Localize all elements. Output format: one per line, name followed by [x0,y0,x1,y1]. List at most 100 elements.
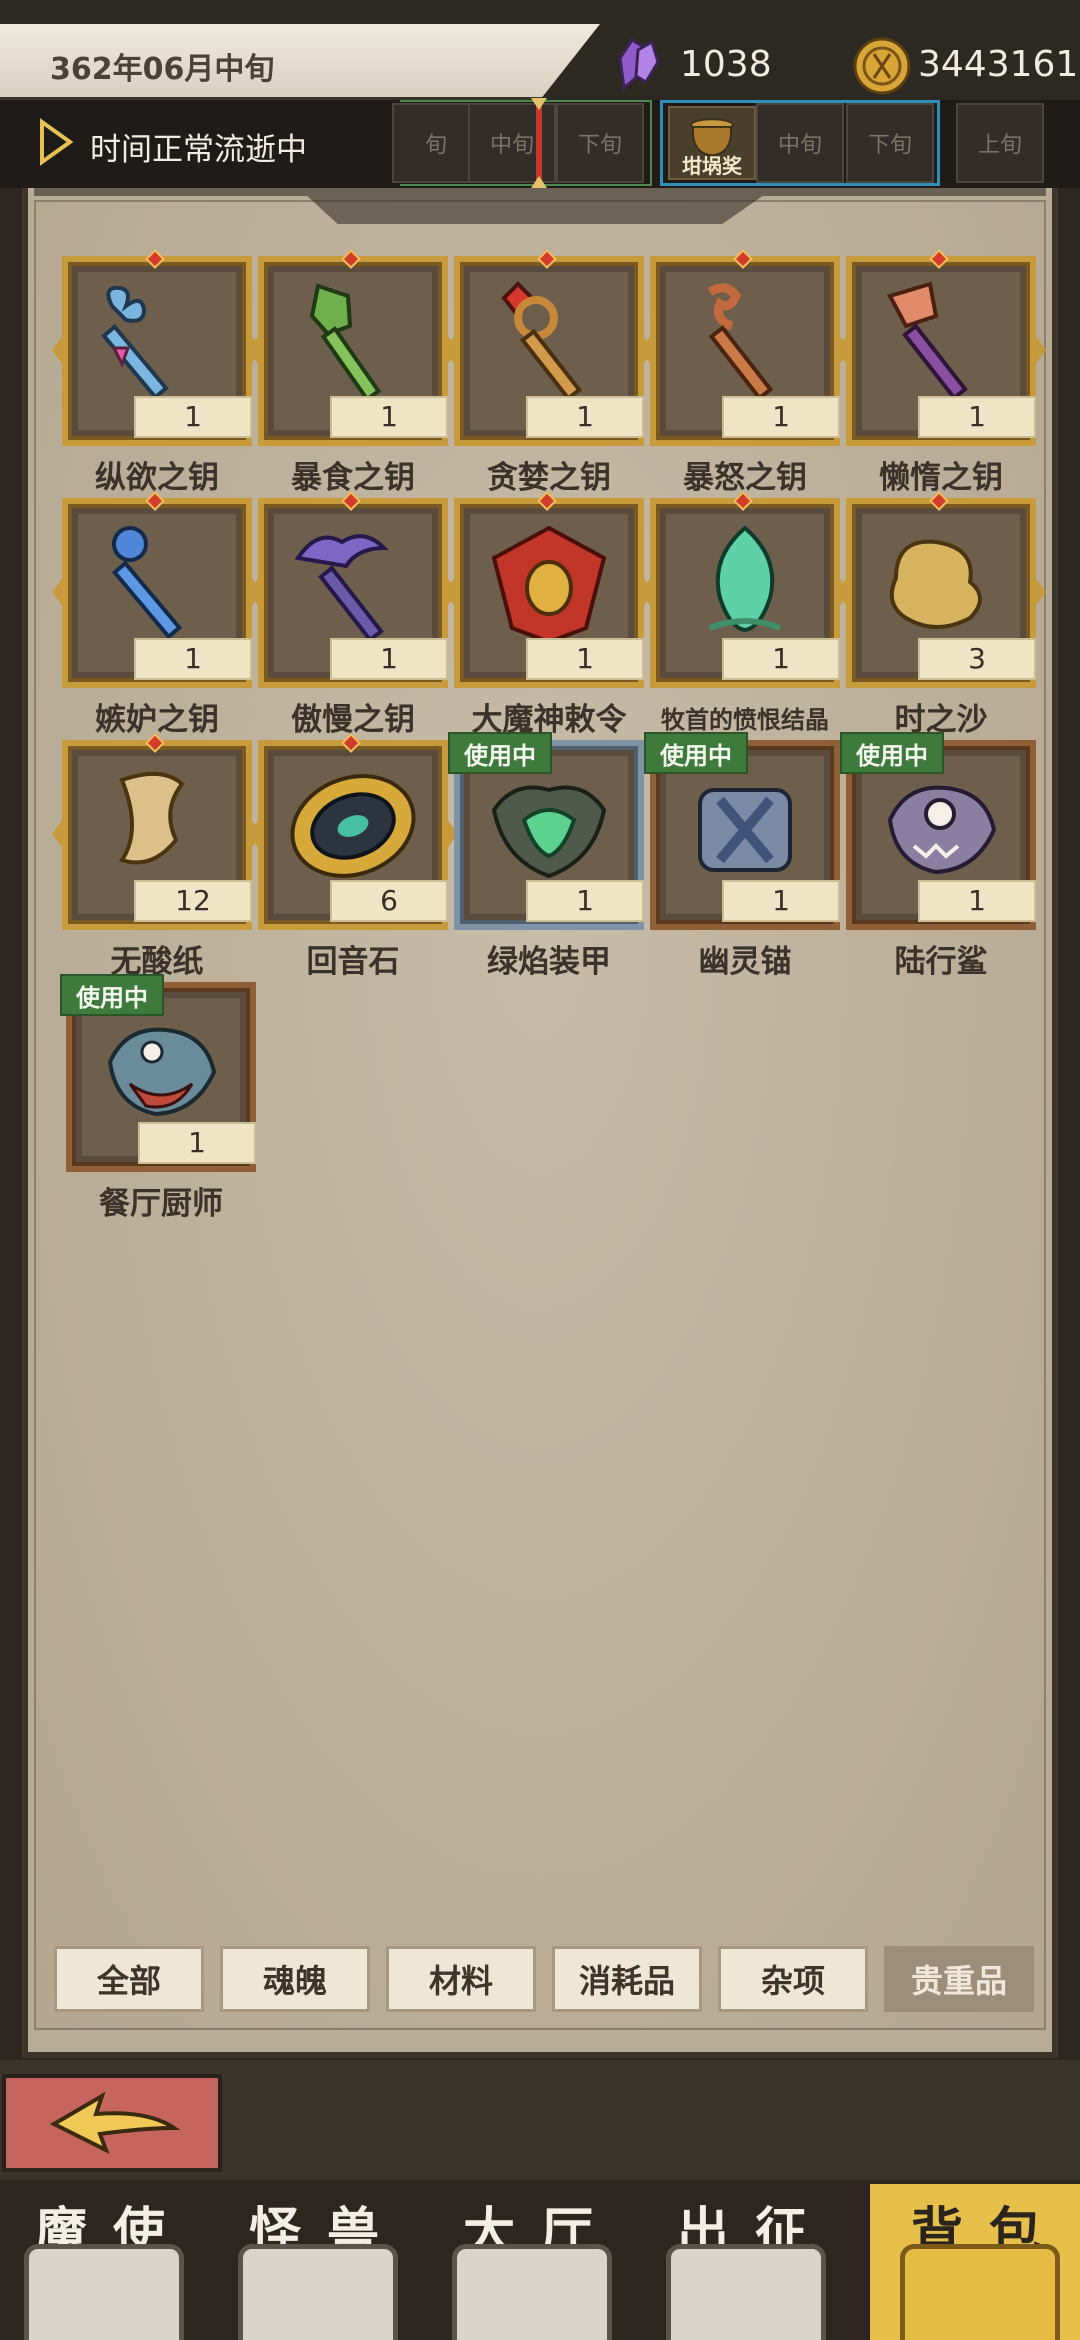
nav-expedition[interactable]: 出征 [642,2184,842,2340]
frame-left-ornament [444,334,456,366]
item-count: 1 [526,638,644,680]
item-count: 1 [918,396,1036,438]
timeline-current-group [400,100,652,186]
item-count: 1 [722,396,840,438]
item-slot[interactable]: 1 贪婪之钥 [444,249,654,496]
item-name: 餐厅厨师 [99,1186,223,1222]
item-count: 3 [918,638,1036,680]
item-name: 回音石 [306,944,400,980]
item-name: 暴怒之钥 [683,460,807,496]
crucible-reward-label: 坩埚奖 [682,154,742,178]
sand-of-time-icon [889,539,982,629]
backpack-emblem-icon [900,2244,1060,2340]
frame-left-ornament [52,818,64,850]
in-use-badge: 使用中 [448,732,552,774]
gluttony-key-icon [309,283,382,402]
item-slot[interactable]: 使用中 1 幽灵锚 [644,732,840,980]
greed-key-icon [501,281,583,402]
item-count: 1 [330,396,448,438]
item-slot[interactable]: 1 暴怒之钥 [640,249,850,496]
frame-left-ornament [836,576,848,608]
resentment-crystal-icon [708,525,782,633]
item-slot[interactable]: 6 回音石 [248,733,458,980]
gold-coin-icon [853,37,911,95]
item-slot[interactable]: 1 大魔神敕令 [444,491,654,738]
item-count: 1 [138,1122,256,1164]
item-slot[interactable]: 使用中 1 绿焰装甲 [448,732,644,980]
back-arrow-icon [49,2091,181,2155]
nav-envoy[interactable]: 魔使 [0,2184,200,2340]
item-name: 贪婪之钥 [487,460,611,496]
item-slot[interactable]: 1 暴食之钥 [248,249,458,496]
frame-right-ornament [1034,576,1046,608]
frame-left-ornament [640,334,652,366]
item-slot[interactable]: 12 无酸纸 [52,733,262,980]
expedition-emblem-icon [666,2244,826,2340]
green-flame-armor-icon [491,785,607,879]
acid-free-paper-icon [118,771,185,865]
tab-all[interactable]: 全部 [54,1946,204,2012]
item-name: 牧首的愤恨结晶 [661,706,829,734]
item-name: 陆行鲨 [894,944,988,980]
coin-count: 3443161 [918,44,1079,85]
in-use-badge: 使用中 [840,732,944,774]
item-name: 傲慢之钥 [291,702,415,738]
item-slot[interactable]: 1 傲慢之钥 [248,491,458,738]
tab-misc[interactable]: 杂项 [718,1946,868,2012]
item-slot[interactable]: 使用中 1 餐厅厨师 [60,974,256,1222]
item-name: 绿焰装甲 [487,944,611,980]
item-slot[interactable]: 1 懒惰之钥 [836,249,1046,496]
ghost-anchor-icon [698,788,792,872]
frame-left-ornament [640,576,652,608]
frame-left-ornament [52,334,64,366]
wrath-key-icon [707,283,774,401]
timeline-segment: 上旬 [956,103,1044,183]
pride-key-icon [294,534,389,643]
item-slot[interactable]: 1 纵欲之钥 [52,249,262,496]
marker-bottom-icon [531,176,547,188]
frame-left-ornament [248,818,260,850]
frame-right-ornament [1034,334,1046,366]
item-slot[interactable]: 3 时之沙 [836,491,1046,738]
timeline-segment: 中旬 [756,103,844,183]
item-name: 嫉妒之钥 [95,702,219,738]
item-count: 1 [526,880,644,922]
item-count: 1 [134,396,252,438]
tab-souls[interactable]: 魂魄 [220,1946,370,2012]
item-count: 1 [722,638,840,680]
frame-left-ornament [444,576,456,608]
item-count: 1 [722,880,840,922]
timeline-segment: 下旬 [846,103,934,183]
echo-stone-icon [290,774,416,878]
hall-emblem-icon [452,2244,612,2340]
item-name: 暴食之钥 [291,460,415,496]
nav-hall[interactable]: 大厅 [428,2184,628,2340]
item-name: 纵欲之钥 [95,460,219,496]
item-slot[interactable]: 1 牧首的愤恨结晶 [640,491,850,736]
item-slot[interactable]: 1 嫉妒之钥 [52,491,262,738]
tab-consumables[interactable]: 消耗品 [552,1946,702,2012]
play-triangle-icon[interactable] [38,118,74,166]
marker-top-icon [531,98,547,110]
item-count: 6 [330,880,448,922]
item-count: 1 [526,396,644,438]
tab-valuables[interactable]: 贵重品 [884,1946,1034,2012]
land-shark-icon [887,785,997,875]
nav-monsters[interactable]: 怪兽 [214,2184,414,2340]
demon-decree-icon [491,525,607,645]
in-use-badge: 使用中 [60,974,164,1016]
current-date: 362年06月中旬 [50,52,275,87]
item-count: 1 [330,638,448,680]
item-slot[interactable]: 使用中 1 陆行鲨 [840,732,1036,980]
purple-crystal-icon [618,37,660,91]
tab-materials[interactable]: 材料 [386,1946,536,2012]
in-use-badge: 使用中 [644,732,748,774]
frame-left-ornament [836,334,848,366]
sloth-key-icon [887,281,968,401]
frame-left-ornament [52,576,64,608]
frame-left-ornament [248,334,260,366]
item-name: 懒惰之钥 [879,460,1003,496]
nav-backpack[interactable]: 背包 [876,2184,1076,2340]
item-count: 12 [134,880,252,922]
timeline-current-marker [536,100,542,186]
